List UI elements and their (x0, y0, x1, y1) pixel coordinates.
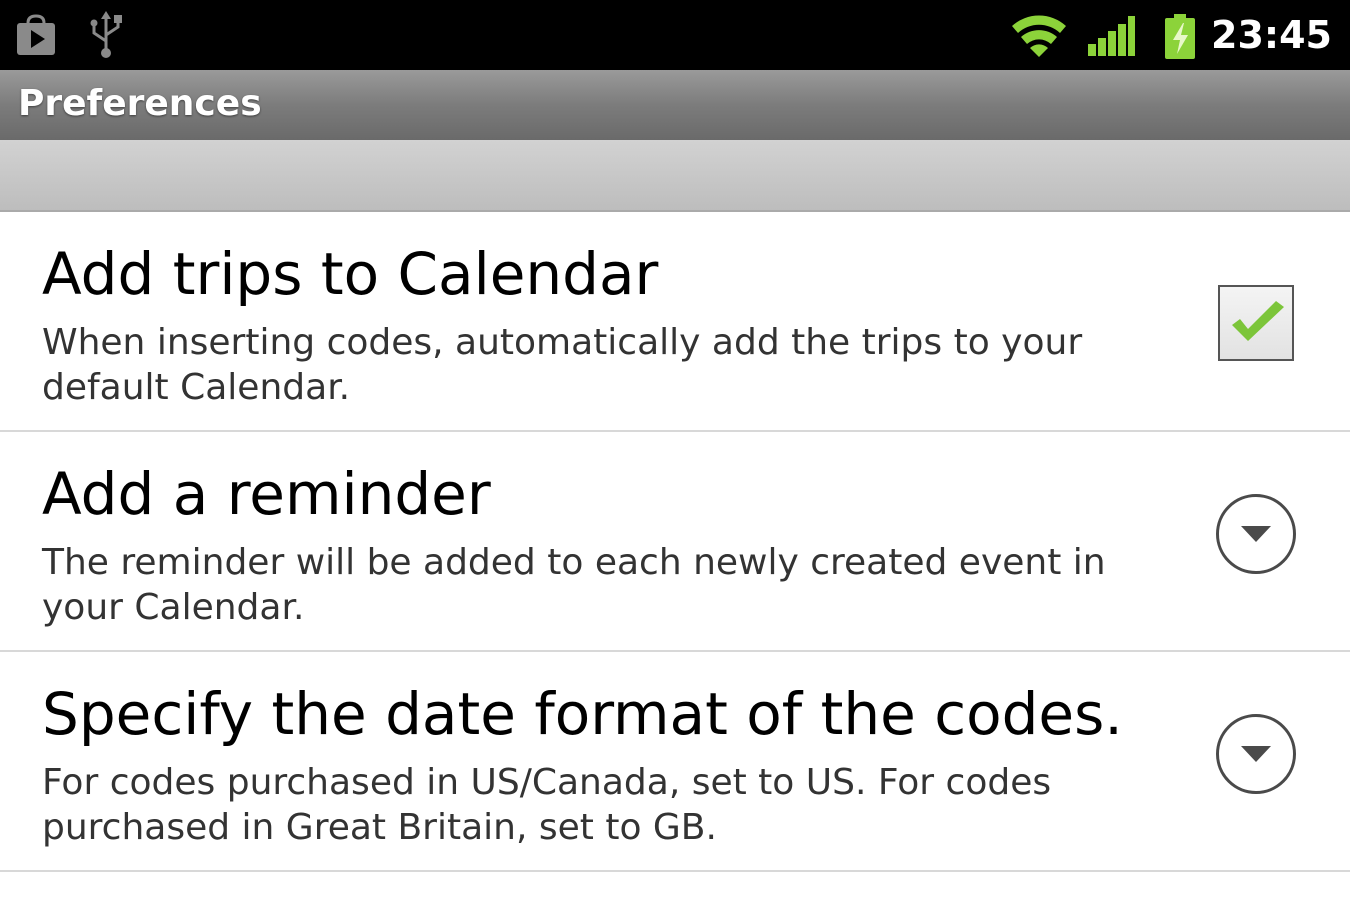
add-trips-checkbox[interactable] (1218, 285, 1294, 361)
clock-time: 23:45 (1211, 13, 1332, 57)
preference-summary: For codes purchased in US/Canada, set to… (42, 762, 1052, 848)
preference-summary: The reminder will be added to each newly… (42, 542, 1106, 628)
chevron-down-icon (1241, 526, 1271, 542)
reminder-dropdown-button[interactable] (1216, 494, 1296, 574)
preference-add-reminder[interactable]: Add a reminder The reminder will be adde… (0, 434, 1350, 652)
preference-title: Add a reminder (42, 460, 491, 528)
page-title: Preferences (18, 83, 262, 124)
preference-title: Add trips to Calendar (42, 240, 659, 308)
preference-summary: When inserting codes, automatically add … (42, 322, 1083, 408)
store-icon (14, 0, 58, 70)
preference-add-trips-to-calendar[interactable]: Add trips to Calendar When inserting cod… (0, 214, 1350, 432)
battery-charging-icon (1164, 14, 1196, 64)
status-bar: 23:45 (0, 0, 1350, 70)
chevron-down-icon (1241, 746, 1271, 762)
preference-title: Specify the date format of the codes. (42, 680, 1123, 748)
preference-date-format[interactable]: Specify the date format of the codes. Fo… (0, 654, 1350, 872)
wifi-icon (1010, 12, 1068, 62)
usb-icon (88, 0, 124, 70)
signal-icon (1086, 14, 1136, 62)
preference-category-header (0, 140, 1350, 212)
checkmark-icon (1232, 301, 1284, 341)
title-bar: Preferences (0, 70, 1350, 140)
date-format-dropdown-button[interactable] (1216, 714, 1296, 794)
